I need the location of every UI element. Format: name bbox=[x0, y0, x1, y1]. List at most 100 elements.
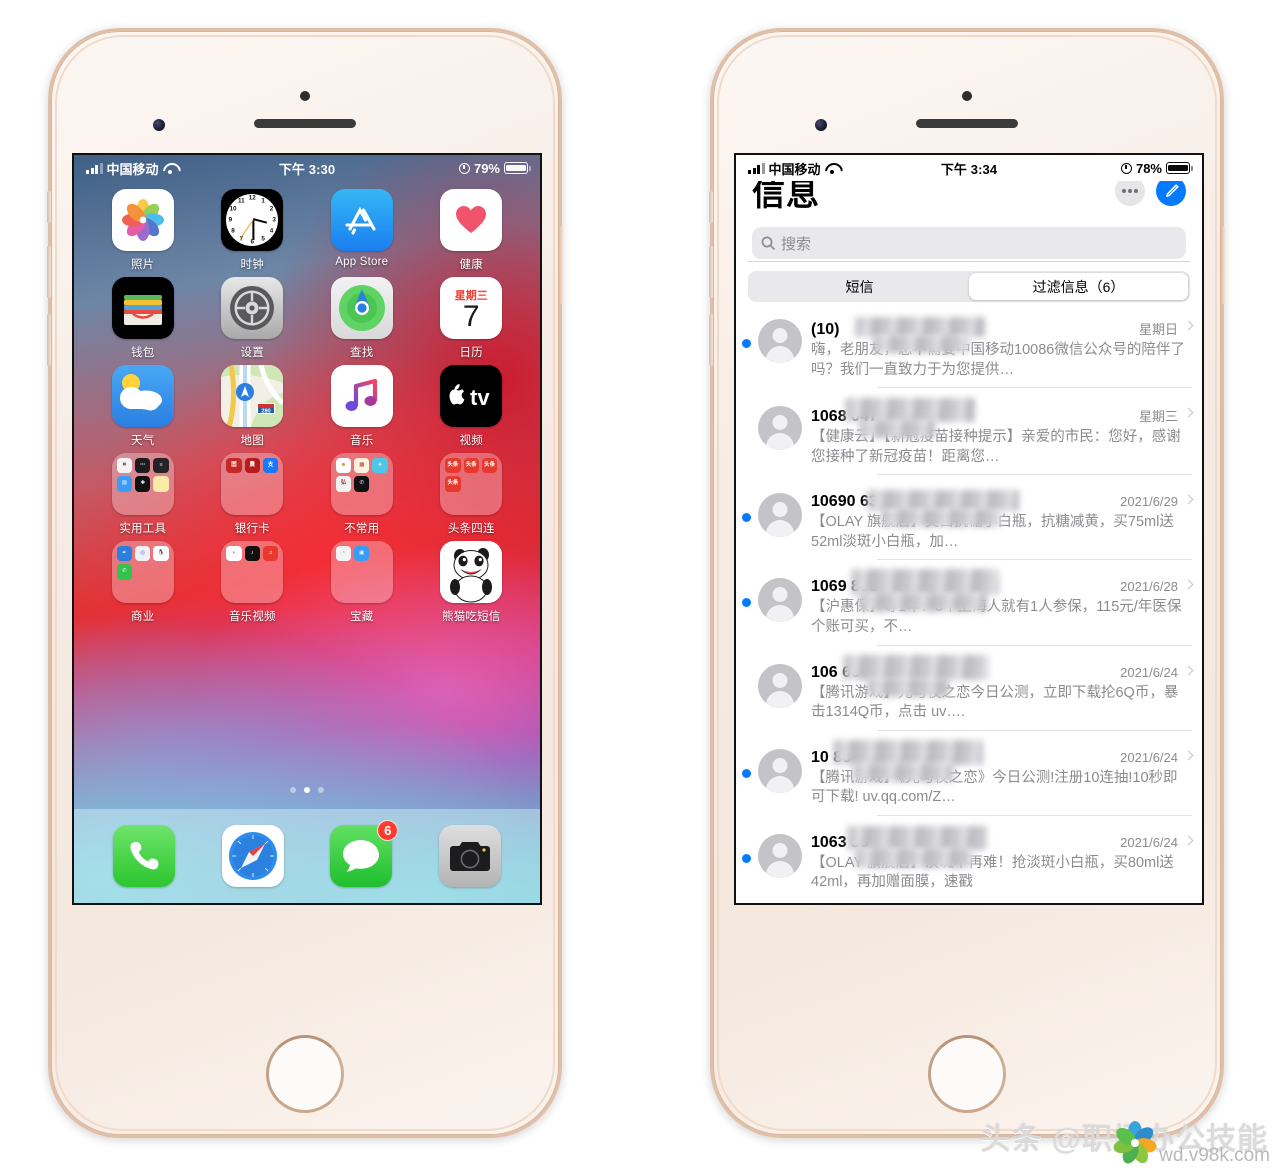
search-input[interactable]: 搜索 bbox=[781, 233, 811, 254]
unread-indicator bbox=[742, 513, 751, 523]
weather-icon bbox=[111, 365, 174, 427]
app-icon-findmy[interactable]: 查找 bbox=[307, 277, 417, 360]
power-button[interactable] bbox=[1221, 226, 1225, 304]
phone-left-home-screen: 中国移动 下午 3:30 79% 照片 12 1 2 3 4 5 6 7 8 9… bbox=[47, 28, 563, 1138]
page-dot[interactable] bbox=[290, 787, 296, 793]
app-icon-calendar[interactable]: 星期三 7 日历 bbox=[417, 277, 527, 360]
app-icon-panda-sms[interactable]: 熊猫吃短信 bbox=[417, 541, 527, 624]
dock-app-safari[interactable] bbox=[221, 825, 284, 887]
folder-icon: ⌗ ⋯ ≡ ▤ ✚ bbox=[111, 453, 174, 515]
page-dot[interactable] bbox=[318, 787, 324, 793]
app-folder-treasure[interactable]: ◔ ▣ 宝藏 bbox=[307, 541, 417, 624]
app-icon-music[interactable]: 音乐 bbox=[307, 365, 417, 448]
cellular-signal-icon bbox=[748, 162, 765, 174]
dock-app-messages[interactable]: 6 bbox=[330, 820, 399, 887]
folder-icon: 囯 農 支 bbox=[221, 453, 284, 515]
power-button[interactable] bbox=[559, 226, 563, 304]
status-bar-home: 中国移动 下午 3:30 79% bbox=[74, 155, 540, 181]
left-screen: 中国移动 下午 3:30 79% 照片 12 1 2 3 4 5 6 7 8 9… bbox=[72, 153, 542, 905]
app-label: 实用工具 bbox=[119, 523, 167, 535]
proximity-sensor bbox=[962, 91, 972, 101]
app-icon-weather[interactable]: 天气 bbox=[88, 365, 198, 448]
app-folder-bankcards[interactable]: 囯 農 支 银行卡 bbox=[198, 453, 308, 536]
thread-list[interactable]: (10) 星期日 嗨，老朋友，您不需要中国移动10086微信公众号的陪伴了吗？我… bbox=[736, 310, 1202, 903]
app-folder-rarely-used[interactable]: ☻ ▦ ✈ 弘 ✆ 不常用 bbox=[307, 453, 417, 536]
carrier-label: 中国移动 bbox=[106, 161, 159, 177]
volume-up-button[interactable] bbox=[47, 246, 51, 298]
thread-time: 星期日 bbox=[1138, 322, 1178, 337]
mute-switch[interactable] bbox=[709, 191, 713, 223]
app-folder-business[interactable]: ✒ ◎ 🐧 ✆ 商业 bbox=[88, 541, 198, 624]
folder-icon: ◗ ♪ ♫ bbox=[221, 541, 284, 603]
app-icon-appletv[interactable]: tv 视频 bbox=[417, 365, 527, 448]
app-icon-photos[interactable]: 照片 bbox=[88, 189, 198, 272]
app-label: 视频 bbox=[459, 435, 483, 447]
thread-row[interactable]: 106 66 2021/6/24 【腾讯游戏】光与夜之恋今日公测，立即下载抡6Q… bbox=[736, 654, 1202, 740]
avatar bbox=[758, 319, 802, 363]
thread-row[interactable]: 10690 63 2021/6/29 【OLAY 旗舰店】美白抗糖小白瓶，抗糖减… bbox=[736, 484, 1202, 569]
app-folder-tools[interactable]: ⌗ ⋯ ≡ ▤ ✚ 实用工具 bbox=[88, 453, 198, 536]
app-icon-clock[interactable]: 12 1 2 3 4 5 6 7 8 9 10 11 时钟 bbox=[198, 189, 308, 272]
tab-filtered-messages[interactable]: 过滤信息（6） bbox=[969, 273, 1188, 300]
mute-switch[interactable] bbox=[47, 191, 51, 223]
app-label: 健康 bbox=[459, 259, 483, 271]
app-icon-health[interactable]: 健康 bbox=[417, 189, 527, 272]
thread-sender: 10 83 bbox=[811, 748, 852, 766]
row-divider bbox=[877, 559, 1192, 561]
filter-segmented-control[interactable]: 短信 过滤信息（6） bbox=[748, 261, 1190, 302]
search-bar[interactable]: 搜索 bbox=[752, 227, 1186, 259]
maps-route-number: 280 bbox=[262, 408, 271, 414]
dock: 6 bbox=[74, 809, 540, 903]
avatar bbox=[758, 406, 802, 451]
dock-app-camera[interactable] bbox=[438, 825, 501, 887]
thread-time: 2021/6/24 bbox=[1120, 664, 1178, 680]
folder-icon: ✒ ◎ 🐧 ✆ bbox=[111, 541, 174, 603]
thread-row[interactable]: 1063 39 2021/6/24 【OLAY 旗舰店】淡斑不再难！抢淡斑小白瓶… bbox=[736, 825, 1202, 903]
unread-indicator bbox=[742, 768, 751, 778]
volume-down-button[interactable] bbox=[709, 314, 713, 366]
dot bbox=[1134, 189, 1138, 193]
app-icon-maps[interactable]: 280 地图 bbox=[198, 365, 308, 448]
appstore-icon bbox=[330, 189, 393, 251]
app-label: 头条四连 bbox=[447, 523, 495, 535]
volume-down-button[interactable] bbox=[47, 314, 51, 366]
music-icon bbox=[330, 365, 393, 427]
app-icon-settings[interactable]: 设置 bbox=[198, 277, 308, 360]
dock-app-phone[interactable] bbox=[113, 825, 176, 887]
app-icon-appstore[interactable]: App Store bbox=[307, 189, 417, 272]
avatar bbox=[758, 833, 802, 878]
calendar-icon: 星期三 7 bbox=[440, 277, 503, 339]
battery-percent: 78% bbox=[1135, 160, 1162, 176]
folder-icon: 头条 头条 头条 头条 bbox=[440, 453, 503, 515]
thread-row[interactable]: 1068 047 星期三 【健康云】【新冠疫苗接种提示】亲爱的市民：您好，感谢您… bbox=[736, 397, 1202, 484]
thread-time: 2021/6/24 bbox=[1120, 749, 1178, 765]
settings-icon bbox=[221, 277, 284, 339]
clock-icon: 12 1 2 3 4 5 6 7 8 9 10 11 bbox=[221, 189, 284, 251]
thread-row[interactable]: 1069 898 2021/6/28 【沪惠保】等1年！3个上海人就有1人参保，… bbox=[736, 569, 1202, 654]
volume-up-button[interactable] bbox=[709, 246, 713, 298]
tab-sms[interactable]: 短信 bbox=[750, 273, 969, 300]
page-dot-active[interactable] bbox=[304, 787, 310, 793]
earpiece-speaker bbox=[254, 119, 356, 128]
home-button[interactable] bbox=[928, 1035, 1006, 1113]
page-indicator[interactable] bbox=[74, 787, 540, 793]
home-button[interactable] bbox=[266, 1035, 344, 1113]
app-folder-music-video[interactable]: ◗ ♪ ♫ 音乐视频 bbox=[198, 541, 308, 624]
search-icon bbox=[761, 236, 775, 250]
health-icon bbox=[440, 189, 503, 251]
avatar bbox=[758, 663, 802, 708]
thread-sender: 1063 39 bbox=[811, 833, 869, 851]
thread-preview: 【沪惠保】等1年！3个上海人就有1人参保，115元/年医保个账可买，不… bbox=[811, 599, 1182, 635]
app-folder-toutiao[interactable]: 头条 头条 头条 头条 头条四连 bbox=[417, 453, 527, 536]
folder-icon: ☻ ▦ ✈ 弘 ✆ bbox=[330, 453, 393, 515]
app-icon-wallet[interactable]: 钱包 bbox=[88, 277, 198, 360]
thread-sender: 106 66 bbox=[811, 663, 860, 681]
thread-row[interactable]: (10) 星期日 嗨，老朋友，您不需要中国移动10086微信公众号的陪伴了吗？我… bbox=[736, 310, 1202, 397]
camera-icon bbox=[438, 825, 501, 887]
carrier-label: 中国移动 bbox=[768, 161, 821, 177]
thread-sender: 1068 047 bbox=[811, 408, 878, 426]
earpiece-speaker bbox=[916, 119, 1018, 128]
thread-row[interactable]: 10 83 2021/6/24 【腾讯游戏】《光与夜之恋》今日公测!注册10连抽… bbox=[736, 739, 1202, 825]
app-label: 天气 bbox=[131, 435, 155, 447]
proximity-sensor bbox=[300, 91, 310, 101]
